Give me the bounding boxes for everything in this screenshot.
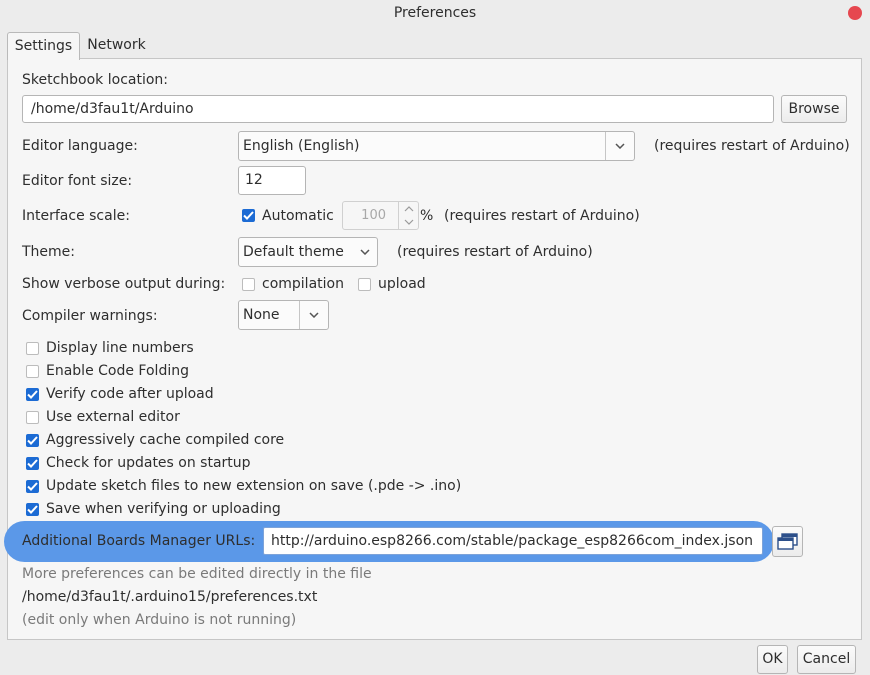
editor-language-value: English (English) — [243, 138, 360, 154]
display-line-numbers-checkbox[interactable] — [26, 342, 39, 355]
editor-font-size-label: Editor font size: — [22, 173, 133, 189]
chevron-down-icon — [353, 238, 377, 266]
chevron-down-icon — [299, 301, 328, 329]
verbose-compilation-label: compilation — [262, 276, 344, 292]
preferences-file-path: /home/d3fau1t/.arduino15/preferences.txt — [22, 589, 318, 605]
interface-scale-note: (requires restart of Arduino) — [444, 208, 640, 224]
update-sketch-extension-checkbox[interactable] — [26, 480, 39, 493]
theme-select[interactable]: Default theme — [238, 237, 378, 267]
check-icon — [27, 505, 38, 514]
interface-scale-automatic-label: Automatic — [262, 208, 334, 224]
theme-label: Theme: — [22, 244, 76, 260]
check-icon — [243, 211, 254, 220]
verbose-upload-checkbox[interactable] — [358, 278, 371, 291]
editor-language-label: Editor language: — [22, 138, 138, 154]
spinner-arrows[interactable] — [398, 201, 419, 230]
sketchbook-location-label: Sketchbook location: — [22, 72, 169, 88]
compiler-warnings-label: Compiler warnings: — [22, 308, 158, 324]
boards-manager-label: Additional Boards Manager URLs: — [22, 533, 256, 549]
editor-font-size-input[interactable]: 12 — [238, 166, 306, 195]
option-label: Check for updates on startup — [46, 455, 251, 471]
tab-network[interactable]: Network — [80, 32, 153, 58]
chevron-down-icon — [605, 132, 634, 160]
check-icon — [27, 459, 38, 468]
close-window-button[interactable] — [848, 6, 862, 20]
option-label: Enable Code Folding — [46, 363, 189, 379]
interface-scale-label: Interface scale: — [22, 208, 130, 224]
option-label: Update sketch files to new extension on … — [46, 478, 462, 494]
sketchbook-location-input[interactable]: /home/d3fau1t/Arduino — [22, 95, 774, 123]
spinner-up-down-icon — [404, 206, 414, 225]
option-label: Save when verifying or uploading — [46, 501, 281, 517]
aggressively-cache-checkbox[interactable] — [26, 434, 39, 447]
theme-value: Default theme — [243, 244, 344, 260]
editor-language-note: (requires restart of Arduino) — [654, 138, 850, 154]
interface-scale-automatic-checkbox[interactable] — [242, 209, 255, 222]
check-updates-checkbox[interactable] — [26, 457, 39, 470]
use-external-editor-checkbox[interactable] — [26, 411, 39, 424]
editor-language-select[interactable]: English (English) — [238, 131, 635, 161]
check-icon — [27, 436, 38, 445]
browse-button[interactable]: Browse — [781, 95, 847, 123]
verbose-upload-label: upload — [378, 276, 426, 292]
save-when-verifying-checkbox[interactable] — [26, 503, 39, 516]
compiler-warnings-select[interactable]: None — [238, 300, 329, 330]
ok-button[interactable]: OK — [757, 645, 788, 674]
boards-manager-url-input[interactable]: http://arduino.esp8266.com/stable/packag… — [263, 527, 763, 555]
verbose-compilation-checkbox[interactable] — [242, 278, 255, 291]
enable-code-folding-checkbox[interactable] — [26, 365, 39, 378]
option-label: Aggressively cache compiled core — [46, 432, 285, 448]
edit-note-text: (edit only when Arduino is not running) — [22, 612, 297, 628]
compiler-warnings-value: None — [243, 307, 280, 323]
option-label: Display line numbers — [46, 340, 194, 356]
option-label: Use external editor — [46, 409, 180, 425]
interface-scale-unit: % — [420, 208, 434, 224]
check-icon — [27, 482, 38, 491]
check-icon — [27, 390, 38, 399]
verbose-output-label: Show verbose output during: — [22, 276, 226, 292]
boards-manager-edit-button[interactable] — [772, 526, 803, 557]
theme-note: (requires restart of Arduino) — [397, 244, 593, 260]
more-preferences-text: More preferences can be edited directly … — [22, 566, 372, 582]
cancel-button[interactable]: Cancel — [797, 645, 856, 674]
option-label: Verify code after upload — [46, 386, 214, 402]
window-list-icon — [776, 532, 798, 550]
verify-code-after-upload-checkbox[interactable] — [26, 388, 39, 401]
window-title: Preferences — [393, 5, 477, 21]
tab-settings[interactable]: Settings — [7, 32, 80, 60]
